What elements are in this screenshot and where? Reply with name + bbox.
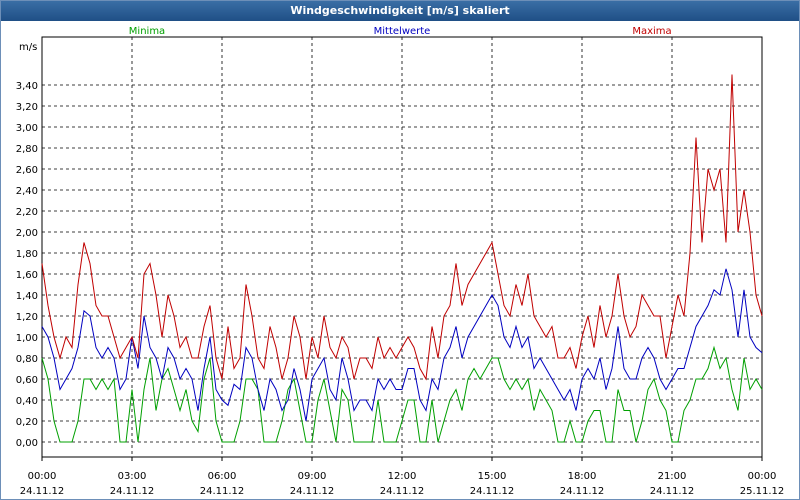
x-tick-date: 24.11.12 [380, 486, 425, 497]
y-tick-label: 2,20 [16, 207, 38, 218]
y-tick-label: 1,60 [16, 270, 38, 281]
y-tick-label: 0,20 [16, 417, 38, 428]
y-tick-label: 1,20 [16, 312, 38, 323]
x-tick-date: 24.11.12 [110, 486, 155, 497]
x-tick-time: 21:00 [658, 471, 687, 482]
x-tick-time: 12:00 [388, 471, 417, 482]
y-tick-label: 2,00 [16, 228, 38, 239]
x-axis-ticks: 00:00 24.11.12 03:00 24.11.12 06:00 24.11.12 0… [20, 457, 785, 497]
y-tick-label: 1,40 [16, 291, 38, 302]
y-tick-label: 3,20 [16, 102, 38, 113]
y-tick-label: 0,40 [16, 396, 38, 407]
x-tick-time: 15:00 [478, 471, 507, 482]
legend-maxima: Maxima [632, 26, 671, 37]
y-tick-label: 0,00 [16, 438, 38, 449]
y-axis-ticks: 0,00 0,20 0,40 0,60 0,80 1,00 1,20 1,40 1,60 1,80… [16, 81, 38, 449]
y-tick-label: 2,60 [16, 165, 38, 176]
y-tick-label: 0,60 [16, 375, 38, 386]
x-tick-date: 24.11.12 [290, 486, 335, 497]
y-tick-label: 0,80 [16, 354, 38, 365]
x-tick-time: 03:00 [118, 471, 147, 482]
y-tick-label: 3,40 [16, 81, 38, 92]
x-tick-date: 24.11.12 [650, 486, 695, 497]
x-tick-time: 09:00 [298, 471, 327, 482]
x-tick-time: 00:00 [28, 471, 57, 482]
y-tick-label: 1,00 [16, 333, 38, 344]
legend-mittelwerte: Mittelwerte [374, 26, 431, 37]
x-tick-time: 06:00 [208, 471, 237, 482]
x-tick-time: 00:00 [748, 471, 777, 482]
y-tick-label: 1,80 [16, 249, 38, 260]
x-tick-date: 24.11.12 [560, 486, 605, 497]
x-tick-date: 25.11.12 [740, 486, 785, 497]
y-tick-label: 2,80 [16, 144, 38, 155]
x-tick-date: 24.11.12 [200, 486, 245, 497]
legend-minima: Minima [129, 26, 165, 37]
x-tick-date: 24.11.12 [470, 486, 515, 497]
x-tick-date: 24.11.12 [20, 486, 65, 497]
wind-speed-chart: 0,00 0,20 0,40 0,60 0,80 1,00 1,20 1,40 1,60 1,80… [16, 26, 785, 497]
y-tick-label: 2,40 [16, 186, 38, 197]
x-tick-time: 18:00 [568, 471, 597, 482]
y-tick-label: 3,00 [16, 123, 38, 134]
y-axis-label: m/s [19, 42, 37, 53]
